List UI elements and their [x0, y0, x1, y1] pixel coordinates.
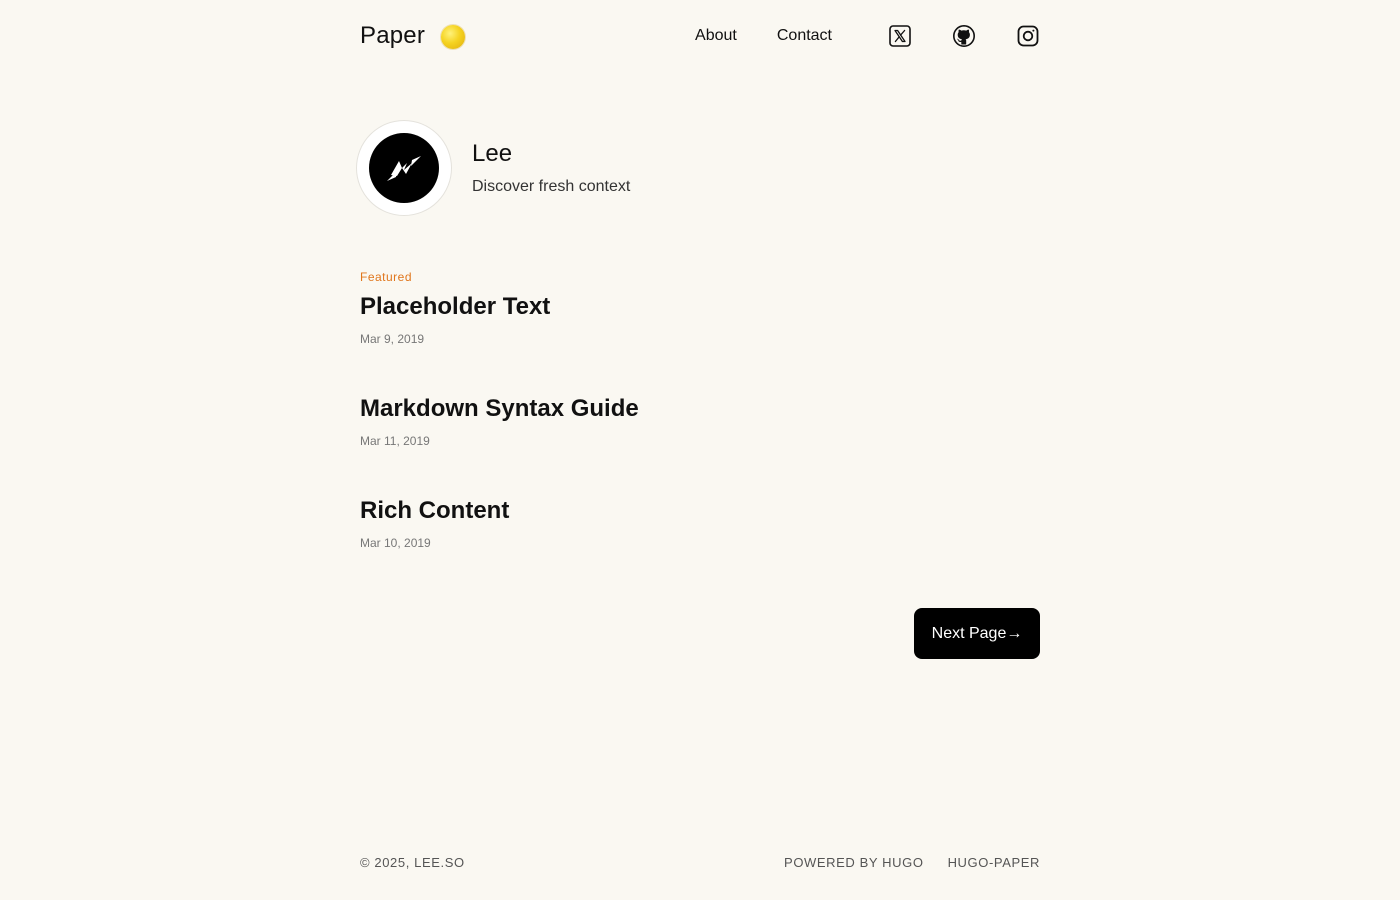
list-item: Featured Placeholder Text Mar 9, 2019: [360, 270, 1040, 346]
post-date: Mar 11, 2019: [360, 434, 430, 448]
footer-link-hugo-paper[interactable]: HUGO-PAPER: [948, 855, 1040, 870]
footer-link-hugo[interactable]: POWERED BY HUGO: [784, 855, 924, 870]
post-title-link[interactable]: Placeholder Text: [360, 292, 1040, 322]
list-item: Markdown Syntax Guide Mar 11, 2019: [360, 394, 1040, 448]
pagination: Next Page→: [360, 608, 1040, 659]
social-links: [888, 24, 1040, 48]
site-footer: © 2025, LEE.SO POWERED BY HUGO HUGO-PAPE…: [360, 855, 1040, 870]
post-title-link[interactable]: Markdown Syntax Guide: [360, 394, 1040, 424]
profile-bio: Discover fresh context: [472, 178, 631, 195]
nav-about[interactable]: About: [695, 27, 737, 45]
page: Paper About Contact Lee Discover fresh c…: [0, 0, 1400, 900]
github-icon[interactable]: [952, 24, 976, 48]
instagram-icon[interactable]: [1016, 24, 1040, 48]
profile-name: Lee: [472, 140, 513, 167]
theme-toggle-icon[interactable]: [441, 25, 466, 49]
footer-links: POWERED BY HUGO HUGO-PAPER: [760, 855, 1040, 870]
avatar: [356, 120, 452, 216]
featured-badge: Featured: [360, 270, 413, 284]
post-list: Featured Placeholder Text Mar 9, 2019 Ma…: [360, 270, 1040, 598]
post-date: Mar 10, 2019: [360, 536, 431, 550]
site-header: Paper About Contact: [360, 0, 1040, 72]
x-twitter-icon[interactable]: [888, 24, 912, 48]
list-item: Rich Content Mar 10, 2019: [360, 496, 1040, 550]
main-nav: About Contact: [695, 27, 832, 45]
brand-link[interactable]: Paper: [360, 22, 425, 50]
profile-section: Lee Discover fresh context: [356, 120, 1040, 216]
next-page-button[interactable]: Next Page→: [914, 608, 1040, 659]
footer-copyright: © 2025, LEE.SO: [360, 855, 465, 870]
profile-text: Lee Discover fresh context: [472, 140, 630, 196]
lightning-logo-icon: [369, 133, 439, 203]
site-title: Paper: [360, 22, 426, 49]
nav-contact[interactable]: Contact: [777, 27, 832, 45]
post-date: Mar 9, 2019: [360, 332, 425, 346]
post-title-link[interactable]: Rich Content: [360, 496, 1040, 526]
